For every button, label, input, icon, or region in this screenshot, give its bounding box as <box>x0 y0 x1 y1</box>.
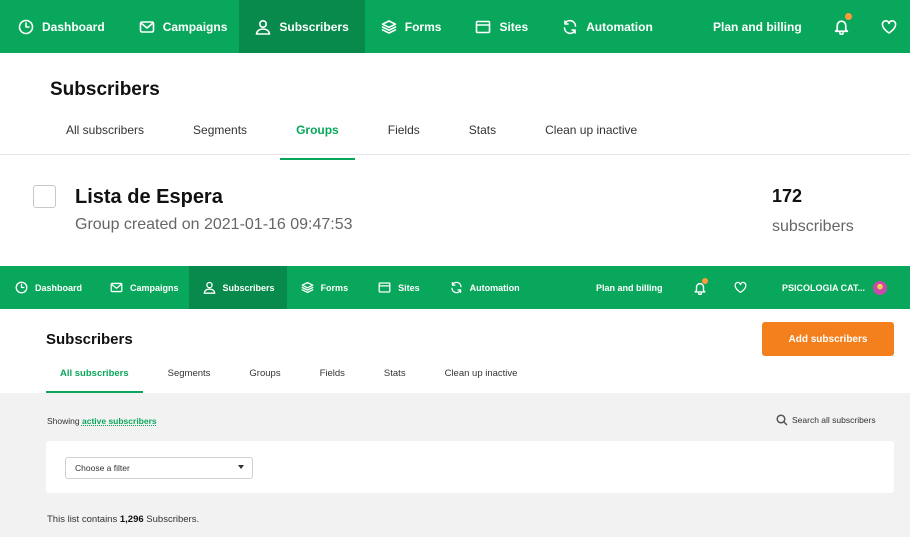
account-name: PSICOLOGIA CAT... <box>782 282 866 293</box>
page-title-secondary: Subscribers <box>46 331 133 348</box>
group-created-date: Group created on 2021-01-16 09:47:53 <box>75 216 353 233</box>
filter-card: Choose a filter <box>46 441 894 493</box>
group-checkbox[interactable] <box>33 185 56 208</box>
active-subscribers-link[interactable]: active subscribers <box>82 416 157 426</box>
search-all-subscribers-label: Search all subscribers <box>792 415 876 425</box>
filter-select[interactable]: Choose a filter <box>65 457 253 479</box>
nav-dashboard-label: Dashboard <box>42 19 105 34</box>
search-icon <box>776 414 788 426</box>
nav-dashboard-label: Dashboard <box>35 282 83 293</box>
refresh-icon <box>563 19 577 34</box>
nav-automation-label: Automation <box>469 282 520 293</box>
nav-dashboard[interactable]: Dashboard <box>0 0 117 53</box>
nav-dashboard[interactable]: Dashboard <box>0 266 92 309</box>
tab-groups[interactable]: Groups <box>249 368 280 379</box>
nav-forms[interactable]: Forms <box>365 0 454 53</box>
tab-segments[interactable]: Segments <box>193 123 247 137</box>
nav-subscribers[interactable]: Subscribers <box>188 266 287 309</box>
group-subscriber-count-label: subscribers <box>772 218 854 235</box>
tab-clean-up-inactive[interactable]: Clean up inactive <box>545 123 637 137</box>
notification-dot <box>845 13 852 20</box>
user-icon <box>256 19 271 35</box>
browser-icon <box>476 20 491 33</box>
tab-fields[interactable]: Fields <box>320 368 345 379</box>
tab-all-subscribers[interactable]: All subscribers <box>66 123 144 137</box>
nav-sites[interactable]: Sites <box>453 0 540 53</box>
notifications-button[interactable] <box>833 0 852 53</box>
heart-icon <box>734 281 747 294</box>
nav-campaigns-label: Campaigns <box>162 19 228 34</box>
main-nav-secondary: Dashboard Campaigns Subscribers Forms Si… <box>0 266 910 309</box>
nav-sites-label: Sites <box>499 19 529 34</box>
heart-icon <box>881 19 897 34</box>
search-all-subscribers[interactable]: Search all subscribers <box>776 414 876 426</box>
browser-icon <box>378 282 391 293</box>
nav-subscribers[interactable]: Subscribers <box>239 0 365 53</box>
tab-fields[interactable]: Fields <box>388 123 420 137</box>
add-subscribers-button[interactable]: Add subscribers <box>762 322 894 356</box>
page-title: Subscribers <box>50 79 160 100</box>
favorites-button[interactable] <box>734 266 747 309</box>
avatar <box>873 280 888 295</box>
list-count-suffix: Subscribers. <box>146 514 200 525</box>
envelope-icon <box>139 20 154 33</box>
refresh-icon <box>450 281 462 294</box>
notifications-button[interactable] <box>693 266 708 309</box>
nav-campaigns[interactable]: Campaigns <box>117 0 240 53</box>
caret-down-icon <box>238 465 244 469</box>
nav-plan-billing[interactable]: Plan and billing <box>713 0 802 53</box>
nav-forms-label: Forms <box>320 282 349 293</box>
account-menu[interactable]: PSICOLOGIA CAT... <box>782 266 888 309</box>
layers-icon <box>381 19 397 34</box>
layers-icon <box>301 281 313 294</box>
subscriber-tabs: All subscribers Segments Groups Fields S… <box>66 123 686 160</box>
nav-sites-label: Sites <box>398 282 420 293</box>
showing-prefix: Showing <box>47 416 80 426</box>
clock-icon <box>18 19 34 34</box>
tab-all-subscribers[interactable]: All subscribers <box>46 368 143 393</box>
nav-automation-label: Automation <box>586 19 653 34</box>
list-count-prefix: This list contains <box>47 514 118 525</box>
nav-plan-billing[interactable]: Plan and billing <box>596 266 663 309</box>
nav-sites[interactable]: Sites <box>358 266 430 309</box>
showing-text: Showing active subscribers <box>47 416 157 426</box>
nav-campaigns-label: Campaigns <box>130 282 179 293</box>
group-name[interactable]: Lista de Espera <box>75 186 223 209</box>
tab-clean-up-inactive[interactable]: Clean up inactive <box>445 368 518 379</box>
nav-forms[interactable]: Forms <box>287 266 359 309</box>
main-nav: Dashboard Campaigns Subscribers Forms Si… <box>0 0 910 53</box>
tab-groups[interactable]: Groups <box>280 123 355 160</box>
favorites-button[interactable] <box>881 0 897 53</box>
user-icon <box>203 281 215 294</box>
nav-subscribers-label: Subscribers <box>222 282 275 293</box>
tabs-divider <box>0 154 910 155</box>
list-count-value: 1,296 <box>119 514 144 525</box>
notification-dot <box>702 278 708 284</box>
nav-subscribers-label: Subscribers <box>279 19 349 34</box>
nav-campaigns[interactable]: Campaigns <box>92 266 189 309</box>
envelope-icon <box>110 282 123 293</box>
subscriber-tabs-secondary: All subscribers Segments Groups Fields S… <box>46 368 556 393</box>
tab-stats[interactable]: Stats <box>384 368 406 379</box>
clock-icon <box>15 281 28 294</box>
tab-segments[interactable]: Segments <box>168 368 211 379</box>
tab-stats[interactable]: Stats <box>469 123 496 137</box>
group-subscriber-count: 172 <box>772 186 803 206</box>
bell-icon <box>834 20 849 35</box>
list-count-text: This list contains 1,296 Subscribers. <box>47 514 199 525</box>
nav-automation[interactable]: Automation <box>430 266 530 309</box>
nav-automation[interactable]: Automation <box>540 0 665 53</box>
nav-forms-label: Forms <box>404 19 442 34</box>
filter-select-value: Choose a filter <box>75 463 130 473</box>
